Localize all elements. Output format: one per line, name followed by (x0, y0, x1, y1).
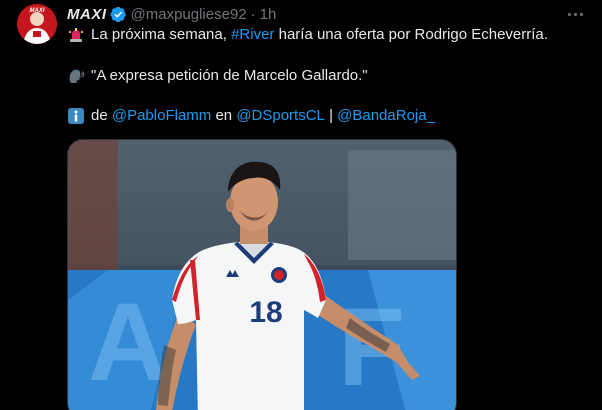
mention-link[interactable]: @DSportsCL (236, 106, 325, 126)
tweet-text-line-2: "A expresa petición de Marcelo Gallardo.… (67, 66, 368, 86)
tweet-text-line-1: La próxima semana, #River haría una ofer… (67, 25, 548, 45)
information-emoji-icon (68, 108, 84, 124)
avatar-text: MAXI (30, 8, 45, 14)
tweet-text-segment: | (324, 107, 338, 124)
siren-emoji-icon (68, 28, 84, 42)
more-options-icon (573, 12, 577, 16)
avatar[interactable]: MAXI (17, 4, 57, 44)
more-options-icon (579, 12, 583, 16)
mention-link[interactable]: @BandaRoja_ (337, 106, 435, 126)
tweet-text-segment: "A expresa petición de Marcelo Gallardo.… (91, 67, 368, 84)
player-photo: A F 18 (68, 140, 456, 410)
svg-text:A: A (88, 281, 167, 404)
tweet-text-segment: haría una oferta por Rodrigo Echeverría. (274, 26, 548, 43)
jersey-number: 18 (249, 296, 282, 329)
avatar-image: MAXI (17, 4, 57, 44)
tweet-text-segment: de (91, 107, 112, 124)
tweet-header: MAXI @maxpugliese92 · 1h (67, 5, 276, 23)
tweet-text-segment: La próxima semana, (91, 26, 232, 43)
separator: · (250, 5, 256, 23)
tweet-text-line-3: de @PabloFlamm en @DSportsCL | @BandaRoj… (67, 106, 435, 126)
tweet-text-segment: en (211, 107, 237, 124)
handle[interactable]: @maxpugliese92 (131, 6, 247, 23)
display-name[interactable]: MAXI (67, 6, 107, 23)
speaking-head-emoji-icon (69, 69, 85, 83)
timestamp[interactable]: 1h (260, 6, 277, 23)
mention-link[interactable]: @PabloFlamm (112, 106, 211, 126)
more-options-button[interactable] (562, 4, 588, 24)
tweet-card[interactable]: MAXI MAXI @maxpugliese92 · 1h La próxima… (0, 0, 602, 410)
hashtag-link[interactable]: #River (231, 25, 274, 45)
tweet-media-photo[interactable]: A F 18 (67, 139, 457, 410)
verified-badge-icon (109, 6, 126, 22)
more-options-icon (567, 12, 571, 16)
